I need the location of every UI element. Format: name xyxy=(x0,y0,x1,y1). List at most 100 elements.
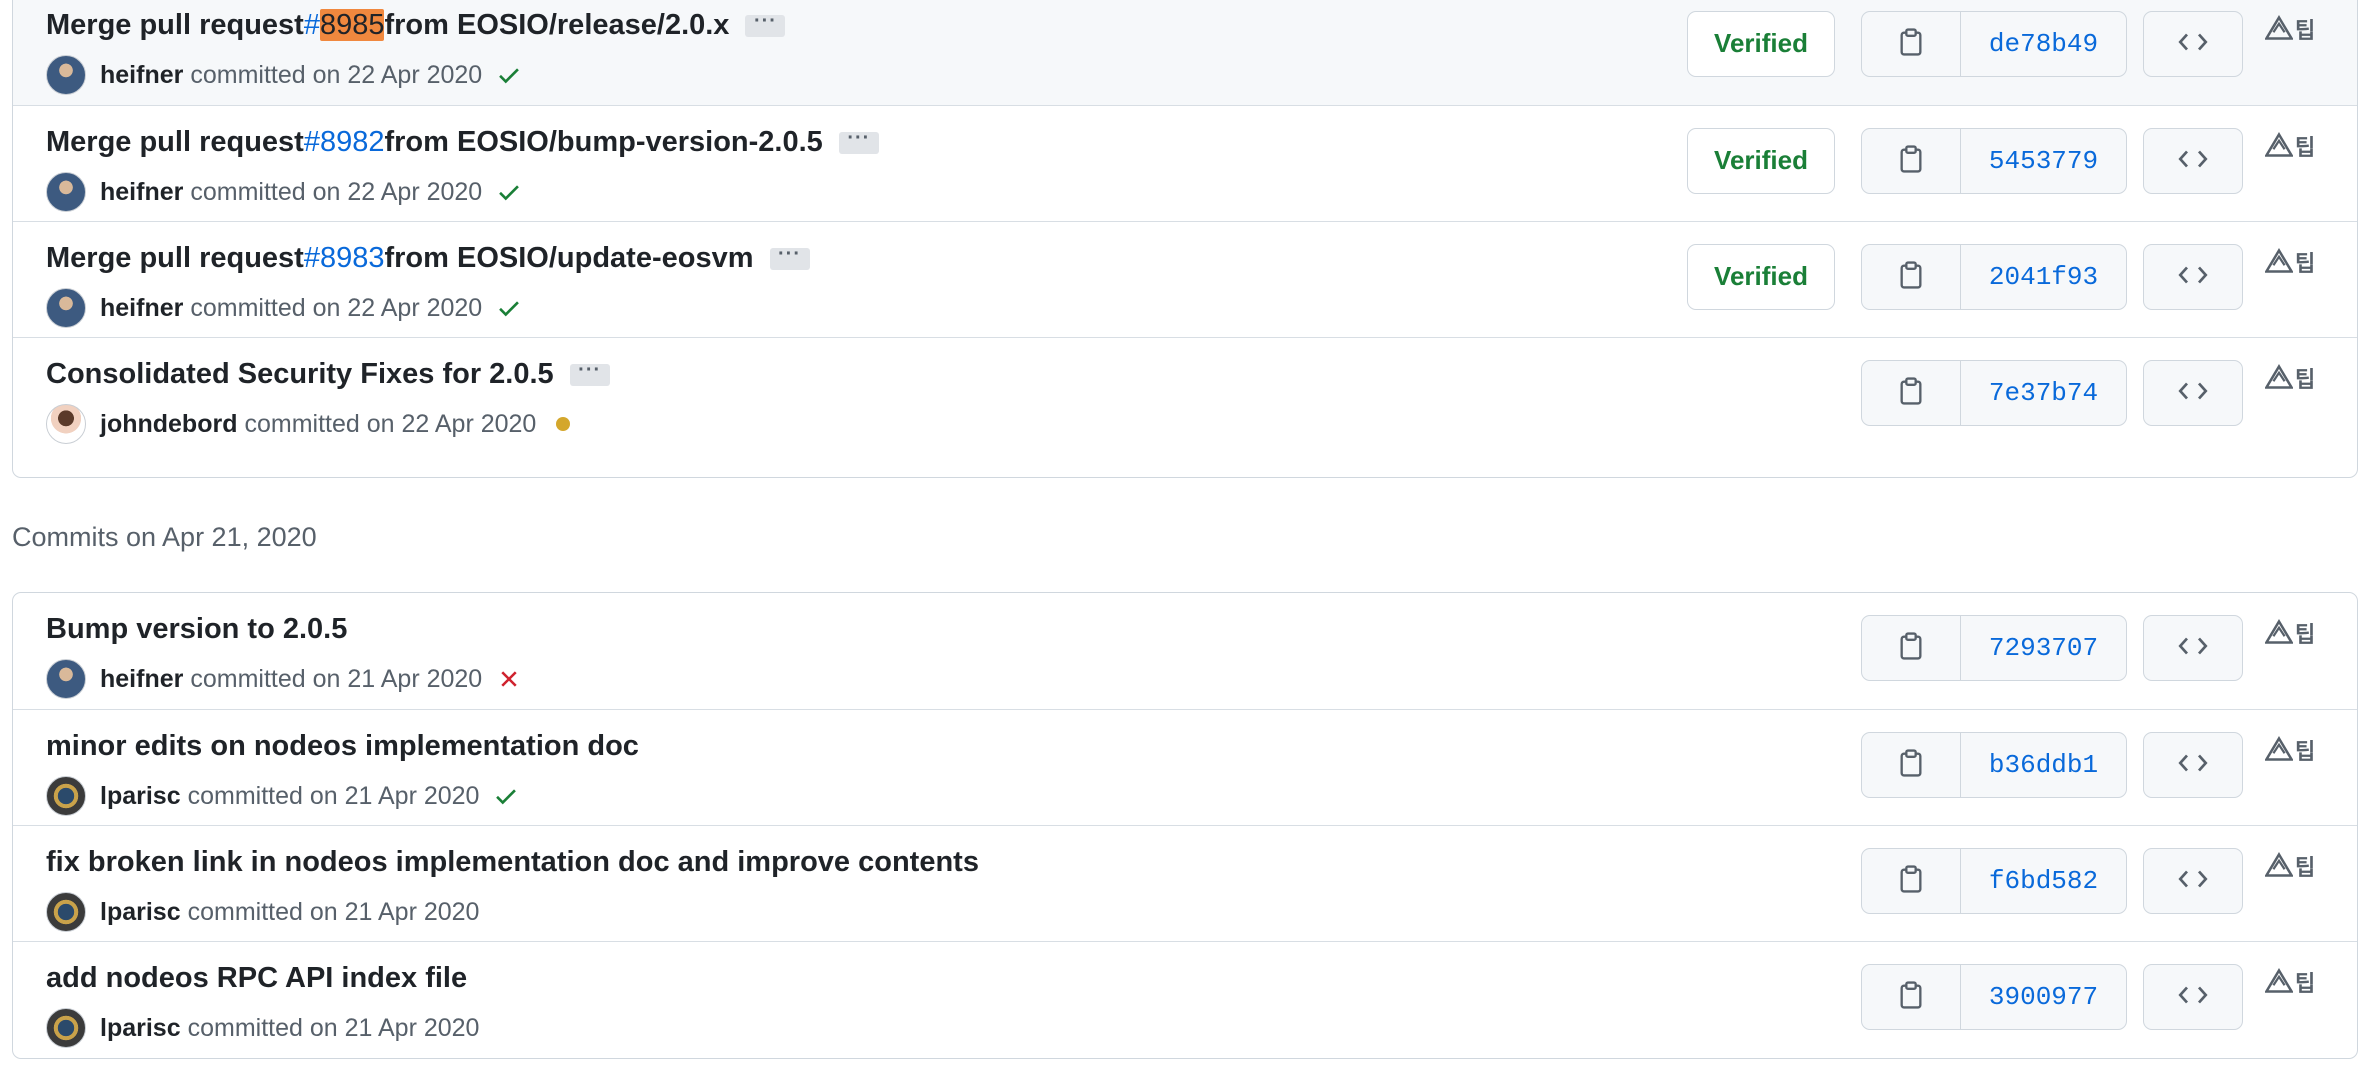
avatar[interactable] xyxy=(46,172,86,212)
extension-tip[interactable]: 팁 xyxy=(2264,248,2315,281)
avatar[interactable] xyxy=(46,776,86,816)
dot-icon[interactable] xyxy=(550,411,576,437)
expand-message-button[interactable]: ··· xyxy=(569,360,610,386)
tip-label: 팁 xyxy=(2295,367,2316,393)
pr-number-highlight[interactable]: 8985 xyxy=(319,9,385,41)
expand-message-button[interactable]: ··· xyxy=(769,244,810,270)
commit-sha-link[interactable]: b36ddb1 xyxy=(1961,733,2126,797)
browse-repo-button[interactable] xyxy=(2143,360,2243,426)
verified-badge[interactable]: Verified xyxy=(1687,11,1835,77)
extension-tip[interactable]: 팁 xyxy=(2264,15,2315,48)
clipboard-icon xyxy=(1898,144,1924,178)
browse-repo-button[interactable] xyxy=(2143,615,2243,681)
avatar[interactable] xyxy=(46,659,86,699)
author-link[interactable]: lparisc xyxy=(100,782,181,811)
extension-tip[interactable]: 팁 xyxy=(2264,736,2315,769)
author-link[interactable]: heifner xyxy=(100,665,183,694)
commit-title-text[interactable]: Consolidated Security Fixes for 2.0.5 xyxy=(46,358,554,391)
browse-repo-button[interactable] xyxy=(2143,11,2243,77)
commit-title[interactable]: Merge pull request #8985 from EOSIO/rele… xyxy=(46,9,786,42)
commit-title-suffix[interactable]: from EOSIO/update-eosvm xyxy=(384,242,753,275)
copy-sha-button[interactable] xyxy=(1862,965,1961,1029)
extension-tip[interactable]: 팁 xyxy=(2264,132,2315,165)
avatar[interactable] xyxy=(46,55,86,95)
x-icon[interactable] xyxy=(496,666,522,692)
browse-repo-button[interactable] xyxy=(2143,964,2243,1030)
commit-title[interactable]: minor edits on nodeos implementation doc xyxy=(46,730,639,763)
commit-title[interactable]: add nodeos RPC API index file xyxy=(46,962,467,995)
check-icon[interactable] xyxy=(493,783,519,809)
copy-sha-button[interactable] xyxy=(1862,616,1961,680)
expand-message-button[interactable]: ··· xyxy=(838,128,879,154)
browse-repo-button[interactable] xyxy=(2143,128,2243,194)
commit-meta: lparisc committed on 21 Apr 2020 xyxy=(46,776,519,816)
commit-sha-link[interactable]: 5453779 xyxy=(1961,129,2126,193)
avatar[interactable] xyxy=(46,1008,86,1048)
commit-row: Consolidated Security Fixes for 2.0.5 ··… xyxy=(13,337,2357,453)
extension-tip[interactable]: 팁 xyxy=(2264,364,2316,397)
warning-triangle-icon xyxy=(2264,248,2294,281)
commit-title[interactable]: Merge pull request #8983 from EOSIO/upda… xyxy=(46,242,810,275)
pr-hash[interactable]: # xyxy=(304,9,320,41)
commit-title-prefix[interactable]: Merge pull request xyxy=(46,242,304,275)
author-link[interactable]: johndebord xyxy=(100,410,237,439)
sha-button-group: f6bd582 xyxy=(1861,848,2127,914)
copy-sha-button[interactable] xyxy=(1862,361,1961,425)
commit-title-suffix[interactable]: from EOSIO/bump-version-2.0.5 xyxy=(384,126,822,159)
verified-badge[interactable]: Verified xyxy=(1687,128,1835,194)
avatar[interactable] xyxy=(46,404,86,444)
warning-triangle-icon xyxy=(2264,132,2294,165)
extension-tip[interactable]: 팁 xyxy=(2264,852,2315,885)
check-icon[interactable] xyxy=(496,62,522,88)
commit-date: committed on 22 Apr 2020 xyxy=(190,293,483,322)
clipboard-icon xyxy=(1898,748,1924,782)
verified-badge[interactable]: Verified xyxy=(1687,244,1835,310)
commit-title[interactable]: fix broken link in nodeos implementation… xyxy=(46,846,979,879)
commit-sha-link[interactable]: f6bd582 xyxy=(1961,849,2126,913)
copy-sha-button[interactable] xyxy=(1862,245,1961,309)
pr-link[interactable]: #8985 xyxy=(304,9,385,42)
expand-message-button[interactable]: ··· xyxy=(745,11,786,37)
warning-triangle-icon xyxy=(2264,968,2294,1001)
browse-repo-button[interactable] xyxy=(2143,732,2243,798)
author-link[interactable]: lparisc xyxy=(100,1014,181,1043)
commit-sha-link[interactable]: 7293707 xyxy=(1961,616,2126,680)
extension-tip[interactable]: 팁 xyxy=(2264,968,2315,1001)
code-icon xyxy=(2178,380,2208,407)
code-icon xyxy=(2178,264,2208,291)
sha-button-group: de78b49 xyxy=(1861,11,2127,77)
pr-link[interactable]: #8982 xyxy=(304,126,385,159)
commit-group-apr-22: Merge pull request #8985 from EOSIO/rele… xyxy=(12,0,2358,478)
clipboard-icon xyxy=(1898,27,1924,61)
commit-date: committed on 21 Apr 2020 xyxy=(190,664,483,693)
browse-repo-button[interactable] xyxy=(2143,244,2243,310)
commit-date: committed on 22 Apr 2020 xyxy=(190,60,483,89)
pr-link[interactable]: #8983 xyxy=(304,242,385,275)
commit-sha-link[interactable]: 7e37b74 xyxy=(1961,361,2126,425)
copy-sha-button[interactable] xyxy=(1862,12,1961,76)
avatar[interactable] xyxy=(46,892,86,932)
code-icon xyxy=(2178,148,2208,175)
commit-title-suffix[interactable]: from EOSIO/release/2.0.x xyxy=(384,9,729,42)
commit-title[interactable]: Bump version to 2.0.5 xyxy=(46,613,347,646)
author-link[interactable]: heifner xyxy=(100,178,183,207)
avatar[interactable] xyxy=(46,288,86,328)
commit-title[interactable]: Merge pull request #8982 from EOSIO/bump… xyxy=(46,126,879,159)
commit-title[interactable]: Consolidated Security Fixes for 2.0.5 ··… xyxy=(46,358,610,391)
sha-button-group: 5453779 xyxy=(1861,128,2127,194)
copy-sha-button[interactable] xyxy=(1862,129,1961,193)
author-link[interactable]: heifner xyxy=(100,294,183,323)
commit-sha-link[interactable]: de78b49 xyxy=(1961,12,2126,76)
extension-tip[interactable]: 팁 xyxy=(2264,619,2315,652)
check-icon[interactable] xyxy=(496,295,522,321)
commit-sha-link[interactable]: 2041f93 xyxy=(1961,245,2126,309)
author-link[interactable]: heifner xyxy=(100,61,183,90)
check-icon[interactable] xyxy=(496,179,522,205)
commit-title-prefix[interactable]: Merge pull request xyxy=(46,126,304,159)
copy-sha-button[interactable] xyxy=(1862,849,1961,913)
commit-sha-link[interactable]: 3900977 xyxy=(1961,965,2126,1029)
commit-title-prefix[interactable]: Merge pull request xyxy=(46,9,304,42)
author-link[interactable]: lparisc xyxy=(100,898,181,927)
copy-sha-button[interactable] xyxy=(1862,733,1961,797)
browse-repo-button[interactable] xyxy=(2143,848,2243,914)
